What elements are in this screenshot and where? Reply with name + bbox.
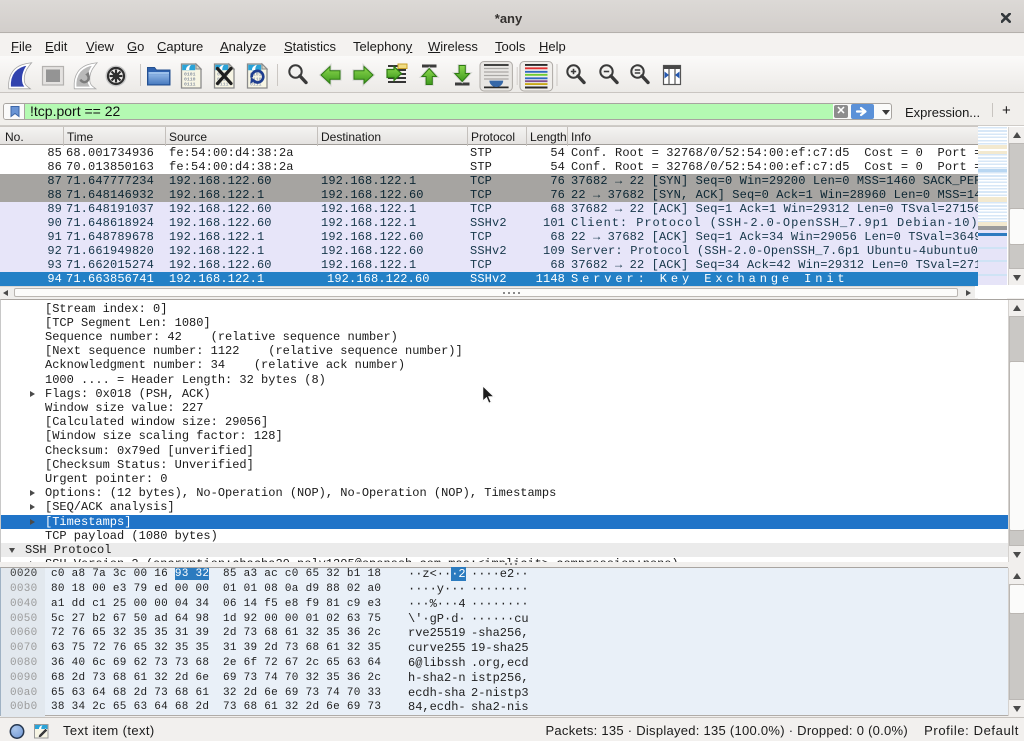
svg-text:0111: 0111 (184, 82, 196, 88)
